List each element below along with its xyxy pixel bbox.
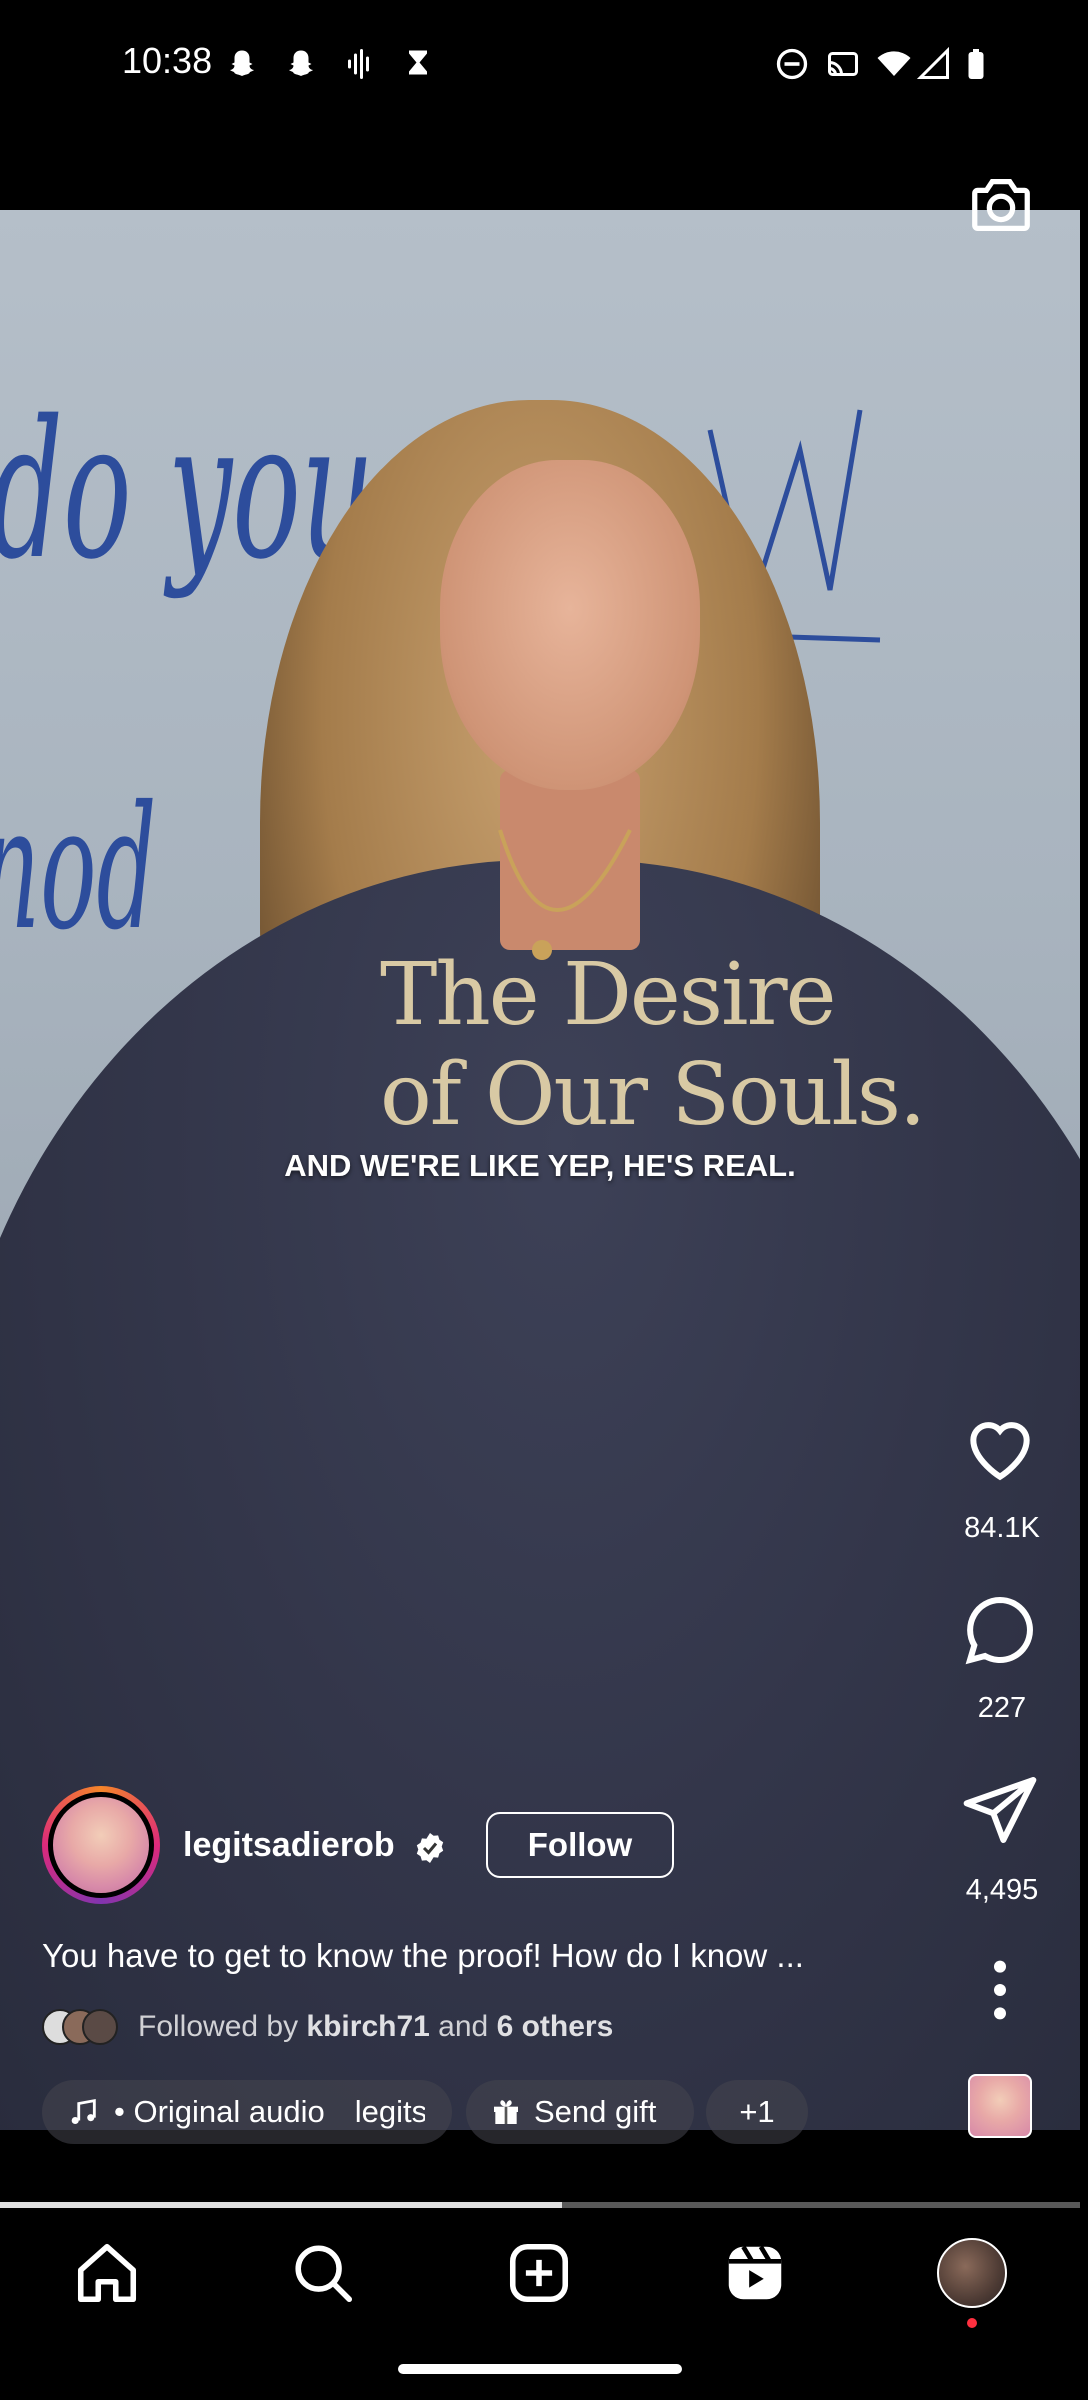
video-subtitle: AND WE'RE LIKE YEP, HE'S REAL.	[284, 1148, 796, 1183]
whiteboard-text: nod	[0, 770, 157, 968]
follow-button[interactable]: Follow	[486, 1812, 674, 1878]
share-send-icon[interactable]	[960, 1770, 1040, 1850]
more-options-icon[interactable]	[960, 1950, 1040, 2030]
reels-icon[interactable]	[720, 2238, 790, 2308]
snapchat-icon	[289, 50, 313, 76]
music-note-icon	[71, 2098, 96, 2125]
followed-by-user[interactable]: kbirch71	[306, 2010, 429, 2043]
home-icon[interactable]	[72, 2238, 142, 2308]
voice-wave-icon	[348, 49, 369, 79]
profile-avatar[interactable]	[937, 2238, 1007, 2308]
followed-by-and: and	[438, 2010, 489, 2043]
search-icon[interactable]	[288, 2238, 358, 2308]
status-time: 10:38	[122, 40, 213, 81]
followed-by-prefix: Followed by	[138, 2010, 299, 2043]
followed-by-avatars	[42, 2009, 122, 2045]
home-indicator[interactable]	[398, 2364, 682, 2374]
audio-label: • Original audio	[114, 2094, 325, 2129]
send-gift-pill[interactable]: Send gift	[466, 2080, 694, 2144]
signal-icon	[916, 46, 949, 79]
like-heart-icon[interactable]	[960, 1410, 1040, 1490]
shirt-print: The Desire	[380, 945, 836, 1045]
person-face	[440, 460, 700, 790]
like-count: 84.1K	[964, 1512, 1040, 1544]
gift-label: Send gift	[534, 2094, 657, 2129]
create-icon[interactable]	[504, 2238, 574, 2308]
cast-icon	[828, 52, 858, 76]
share-count: 4,495	[965, 1874, 1039, 1906]
followed-by-others[interactable]: 6 others	[497, 2010, 614, 2043]
do-not-disturb-icon	[776, 48, 808, 80]
more-chip[interactable]: +1	[706, 2080, 808, 2144]
author-username[interactable]: legitsadierob	[183, 1826, 395, 1865]
camera-icon[interactable]	[966, 170, 1036, 240]
gift-icon	[494, 2100, 518, 2124]
notification-dot	[967, 2318, 977, 2328]
original-audio-pill[interactable]: • Original audio legits	[42, 2080, 452, 2144]
verified-badge-icon	[416, 1833, 444, 1863]
mini-avatar	[82, 2009, 118, 2045]
post-caption[interactable]: You have to get to know the proof! How d…	[42, 1937, 804, 1975]
followed-by-text[interactable]: Followed by kbirch71 and 6 others	[138, 2010, 613, 2044]
wifi-icon	[877, 51, 911, 76]
battery-icon	[968, 49, 984, 79]
comment-count: 227	[977, 1692, 1027, 1724]
author-avatar[interactable]	[53, 1797, 149, 1893]
hourglass-icon	[409, 50, 427, 75]
audio-thumbnail[interactable]	[968, 2074, 1032, 2138]
shirt-print: of Our Souls.	[380, 1045, 926, 1145]
audio-artist: legits	[354, 2094, 425, 2129]
comment-icon[interactable]	[960, 1590, 1040, 1670]
snapchat-icon	[230, 50, 254, 76]
